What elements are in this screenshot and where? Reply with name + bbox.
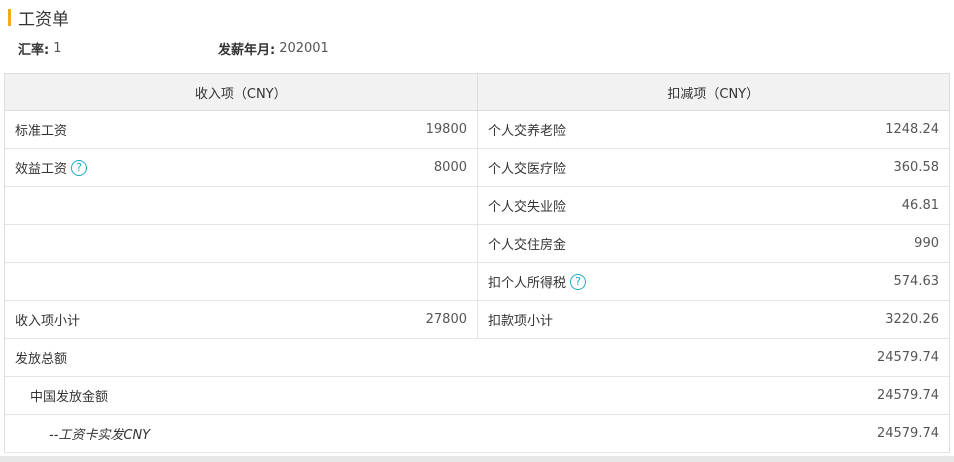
income-label: 效益工资 — [15, 162, 68, 177]
subtotal-row: 收入项小计 27800 扣款项小计 3220.26 — [5, 301, 949, 339]
question-mark-circle-icon[interactable]: ? — [570, 273, 587, 290]
rate-value: 1 — [53, 40, 62, 56]
card-payout-value: 24579.74 — [876, 426, 939, 441]
income-subtotal-value: 27800 — [425, 312, 467, 327]
deduction-label: 个人交失业险 — [488, 200, 567, 215]
title-accent-bar — [8, 8, 11, 26]
table-header-row: 收入项（CNY） 扣减项（CNY） — [5, 74, 949, 111]
table-row: 扣个人所得税 ? 574.63 — [5, 263, 949, 301]
income-cell-empty — [5, 263, 478, 300]
pay-month: 发薪年月: 202001 — [218, 38, 329, 58]
table-row: 标准工资 19800 个人交养老险 1248.24 — [5, 111, 949, 149]
deduction-cell: 个人交医疗险 360.58 — [478, 149, 949, 186]
deduction-label: 个人交医疗险 — [488, 162, 567, 177]
deduction-value: 360.58 — [893, 160, 940, 175]
card-payout-label: --工资卡实发CNY — [49, 428, 151, 443]
pay-month-label: 发薪年月: — [218, 42, 276, 58]
payslip-meta: 汇率: 1 发薪年月: 202001 — [18, 38, 329, 58]
income-cell: 效益工资 ? 8000 — [5, 149, 478, 186]
china-payout-label: 中国发放金额 — [30, 390, 109, 405]
deduction-label-with-help: 扣个人所得税 ? — [488, 272, 587, 291]
deduction-value: 990 — [914, 236, 939, 251]
income-subtotal-cell: 收入项小计 27800 — [5, 301, 478, 338]
income-label-with-help: 效益工资 ? — [15, 158, 88, 177]
rate-label: 汇率: — [18, 42, 50, 58]
deduction-label: 扣个人所得税 — [488, 276, 567, 291]
deduction-value: 574.63 — [893, 274, 940, 289]
page-header: 工资单 — [8, 6, 69, 30]
china-payout-row: 中国发放金额 24579.74 — [5, 377, 949, 415]
income-subtotal-label: 收入项小计 — [15, 314, 81, 329]
total-payout-label: 发放总额 — [15, 352, 68, 367]
deduction-value: 46.81 — [901, 198, 939, 213]
deduction-column-header: 扣减项（CNY） — [667, 86, 760, 102]
total-payout-value: 24579.74 — [876, 350, 939, 365]
deduction-cell: 个人交养老险 1248.24 — [478, 111, 949, 148]
income-column-header: 收入项（CNY） — [5, 74, 478, 110]
income-cell-empty — [5, 187, 478, 224]
china-payout-value: 24579.74 — [876, 388, 939, 403]
table-row: 个人交失业险 46.81 — [5, 187, 949, 225]
pay-month-value: 202001 — [279, 40, 329, 56]
deduction-cell: 扣个人所得税 ? 574.63 — [478, 263, 949, 300]
deduction-value: 1248.24 — [885, 122, 939, 137]
horizontal-scrollbar[interactable] — [0, 456, 954, 462]
total-payout-row: 发放总额 24579.74 — [5, 339, 949, 377]
table-row: 效益工资 ? 8000 个人交医疗险 360.58 — [5, 149, 949, 187]
income-label: 标准工资 — [15, 124, 68, 139]
deduction-subtotal-label: 扣款项小计 — [488, 314, 554, 329]
page-title: 工资单 — [18, 9, 69, 30]
deduction-subtotal-value: 3220.26 — [885, 312, 939, 327]
income-cell-empty — [5, 225, 478, 262]
deduction-label: 个人交养老险 — [488, 124, 567, 139]
deduction-subtotal-cell: 扣款项小计 3220.26 — [478, 301, 949, 338]
deduction-cell: 个人交住房金 990 — [478, 225, 949, 262]
payslip-table: 收入项（CNY） 扣减项（CNY） 标准工资 19800 个人交养老险 1248… — [4, 73, 950, 453]
income-value: 19800 — [425, 122, 467, 137]
question-mark-circle-icon[interactable]: ? — [71, 159, 88, 176]
deduction-cell: 个人交失业险 46.81 — [478, 187, 949, 224]
card-payout-row: --工资卡实发CNY 24579.74 — [5, 415, 949, 453]
deduction-label: 个人交住房金 — [488, 238, 567, 253]
income-cell: 标准工资 19800 — [5, 111, 478, 148]
table-row: 个人交住房金 990 — [5, 225, 949, 263]
income-value: 8000 — [433, 160, 467, 175]
